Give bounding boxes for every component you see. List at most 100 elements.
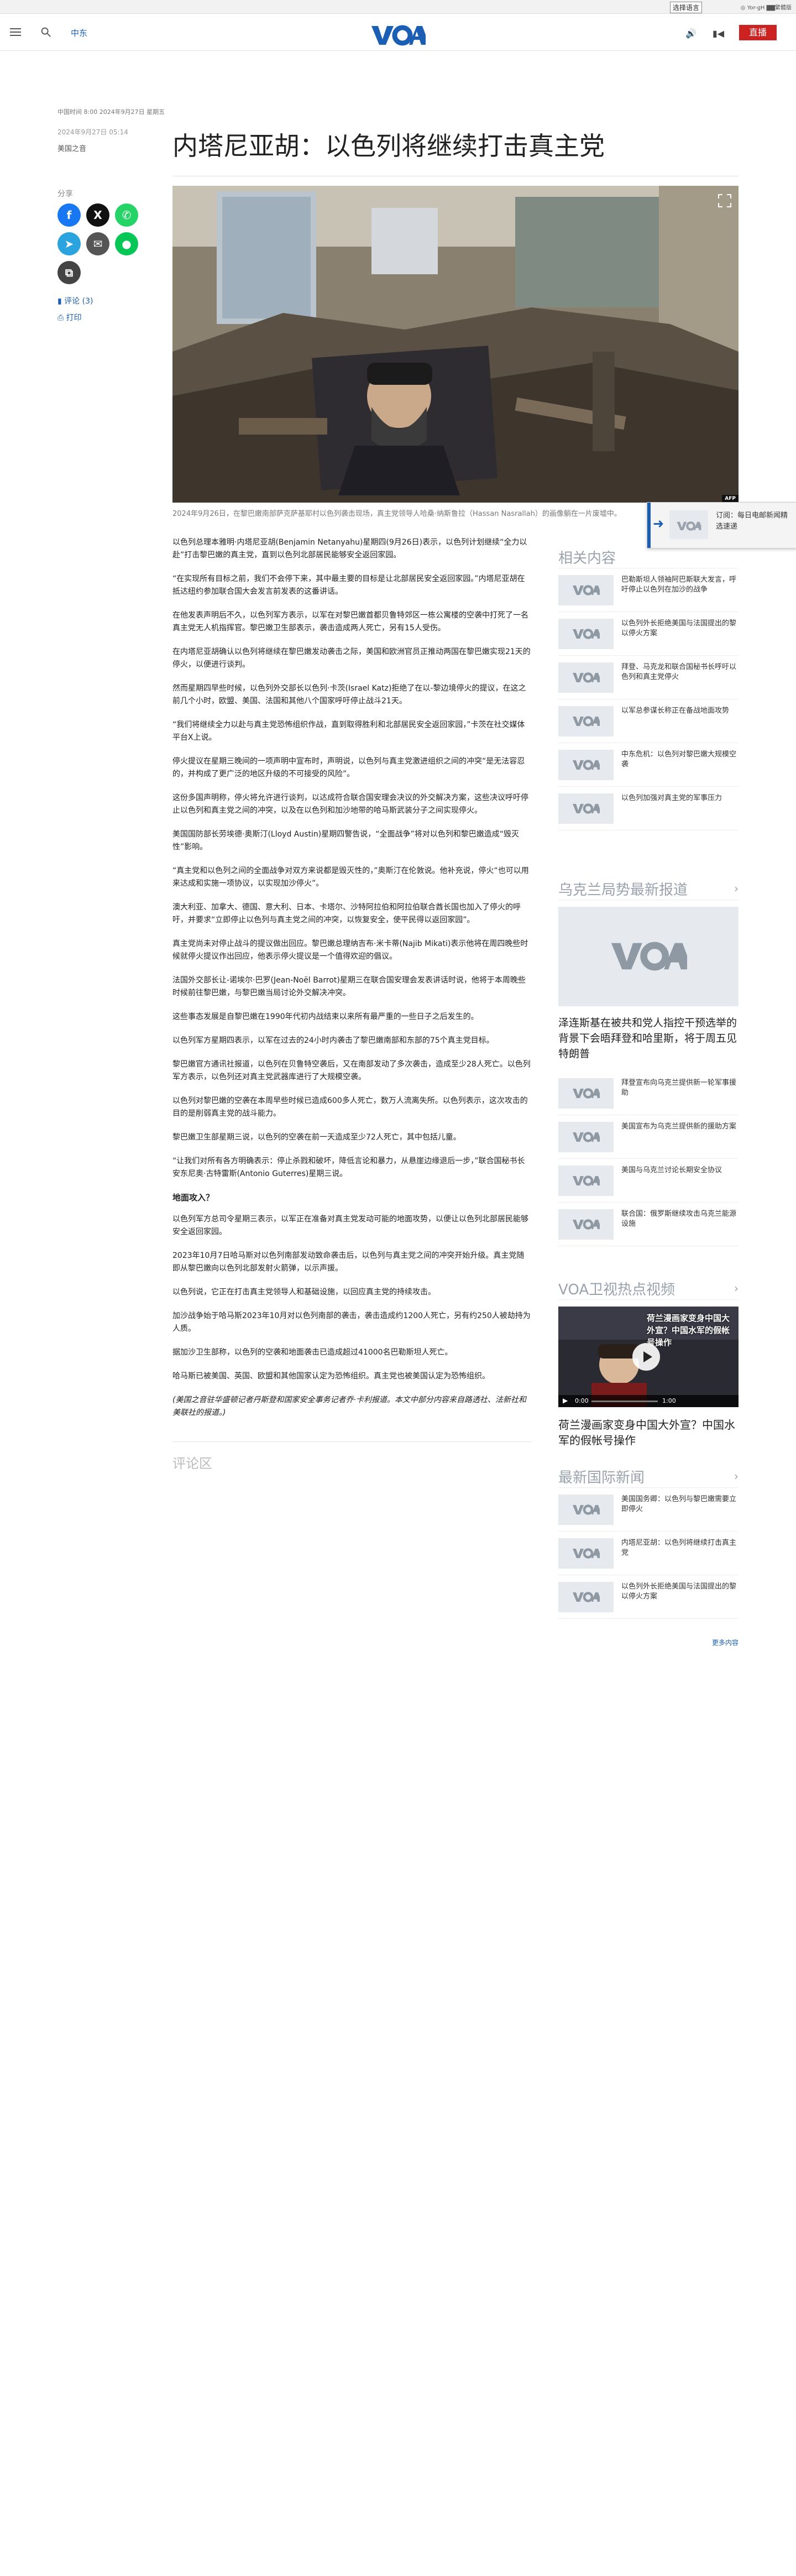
video-title-label: VOA卫视热点视频 xyxy=(558,1281,675,1298)
item-thumbnail xyxy=(558,1582,614,1612)
list-item[interactable]: 拜登宣布向乌克兰提供新一轮军事援助 xyxy=(558,1072,739,1115)
progress-bar[interactable] xyxy=(591,1401,658,1402)
intl-title[interactable]: 最新国际新闻 › xyxy=(558,1465,739,1488)
telegram-icon[interactable]: ➤ xyxy=(57,232,81,255)
top-strip: 选择语言 ◎ Yor-gH ▇▇繁體版 xyxy=(0,0,796,14)
audio-icon[interactable]: 🔊 xyxy=(685,28,696,39)
print-link[interactable]: ⎙ 打印 xyxy=(57,312,82,323)
whatsapp-icon[interactable]: ✆ xyxy=(115,203,138,227)
article-paragraph: 然而星期四早些时候，以色列外交部长以色列·卡茨(Israel Katz)拒绝了在… xyxy=(172,684,526,706)
play-small-icon[interactable]: ▶ xyxy=(563,1397,568,1404)
publish-date: 2024年9月27日 05:14 xyxy=(57,128,128,136)
menu-icon[interactable] xyxy=(10,26,21,38)
voa-logo[interactable] xyxy=(370,24,426,46)
item-thumbnail xyxy=(558,706,614,736)
article-paragraph: 哈马斯已被美国、英国、欧盟和其他国家认定为恐怖组织。真主党也被美国认定为恐怖组织… xyxy=(172,1372,490,1381)
video-icon[interactable]: ▮◀ xyxy=(713,28,724,39)
site-header: 中东 🔊 ▮◀ 直播 xyxy=(0,14,796,51)
fullscreen-icon[interactable] xyxy=(718,194,732,208)
list-item[interactable]: 拜登、马克龙和联合国秘书长呼吁以色列和真主党停火 xyxy=(558,656,739,699)
video-duration: 1:00 xyxy=(662,1397,676,1404)
article-paragraph: “真主党和以色列之间的全面战争对双方来说都是毁灭性的，”奥斯汀在伦敦说。他补充说… xyxy=(172,866,529,888)
article-paragraph: 这份多国声明称，停火将允许进行谈判，以达成符合联合国安理会决议的外交解决方案，这… xyxy=(172,793,528,815)
article-photo[interactable]: AFP xyxy=(172,186,739,503)
list-item[interactable]: 美国宣布为乌克兰提供新的援助方案 xyxy=(558,1115,739,1159)
ukraine-title[interactable]: 乌克兰局势最新报道 › xyxy=(558,877,739,900)
search-icon[interactable] xyxy=(40,26,52,38)
list-item[interactable]: 巴勒斯坦人领袖阿巴斯联大发言，呼吁停止以色列在加沙的战争 xyxy=(558,568,739,612)
live-button[interactable]: 直播 xyxy=(739,25,777,40)
item-title: 巴勒斯坦人领袖阿巴斯联大发言，呼吁停止以色列在加沙的战争 xyxy=(621,576,737,594)
item-title: 以色列外长拒绝美国与法国提出的黎以停火方案 xyxy=(621,619,737,638)
article-paragraph: 据加沙卫生部称，以色列的空袭和地面袭击已造成超过41000名巴勒斯坦人死亡。 xyxy=(172,1348,453,1357)
list-item[interactable]: 美国与乌克兰讨论长期安全协议 xyxy=(558,1159,739,1203)
item-title: 以军总参谋长称正在备战地面攻势 xyxy=(621,707,730,715)
comment-icon: ▮ xyxy=(57,297,62,306)
print-icon: ⎙ xyxy=(57,313,64,322)
article-paragraph: 黎巴嫩卫生部星期三说，以色列的空袭在前一天造成至少72人死亡，其中包括儿童。 xyxy=(172,1133,461,1142)
ukraine-feature-title[interactable]: 泽连斯基在被共和党人指控干预选举的背景下会晤拜登和哈里斯，将于周五见特朗普 xyxy=(558,1015,739,1062)
intl-list: 美国国务卿：以色列与黎巴嫩需要立即停火内塔尼亚胡：以色列将继续打击真主党以色列外… xyxy=(558,1488,739,1619)
widget-text: 订阅：每日电邮新闻精选速递 xyxy=(716,511,788,531)
item-title: 美国国务卿：以色列与黎巴嫩需要立即停火 xyxy=(621,1495,737,1513)
item-thumbnail xyxy=(558,793,614,824)
item-thumbnail xyxy=(558,575,614,605)
item-title: 联合国：俄罗斯继续攻击乌克兰能源设施 xyxy=(621,1210,737,1228)
video-title[interactable]: VOA卫视热点视频 › xyxy=(558,1277,739,1300)
item-title: 美国与乌克兰讨论长期安全协议 xyxy=(621,1166,722,1174)
intl-section: 最新国际新闻 › 美国国务卿：以色列与黎巴嫩需要立即停火内塔尼亚胡：以色列将继续打… xyxy=(558,1465,739,1619)
list-item[interactable]: 以军总参谋长称正在备战地面攻势 xyxy=(558,699,739,743)
comments-link-label: 评论 (3) xyxy=(64,297,93,306)
section-link[interactable]: 中东 xyxy=(71,27,87,39)
article-paragraph: 美国国防部长劳埃德·奥斯汀(Lloyd Austin)星期四警告说，“全面战争”… xyxy=(172,830,520,851)
article-paragraph: 停火提议在星期三晚间的一项声明中宣布时，声明说，以色列与真主党激进组织之间的冲突… xyxy=(172,757,525,778)
ukraine-list: 拜登宣布向乌克兰提供新一轮军事援助 美国宣布为乌克兰提供新的援助方案美国与乌克兰讨… xyxy=(558,1072,739,1246)
print-link-label: 打印 xyxy=(66,313,82,322)
language-select[interactable]: 选择语言 xyxy=(669,2,702,13)
facebook-icon[interactable]: f xyxy=(57,203,81,227)
article-paragraph: 以色列对黎巴嫩的空袭在本周早些时候已造成600多人死亡，数万人流离失所。以色列表… xyxy=(172,1096,528,1118)
list-item[interactable]: 以色列外长拒绝美国与法国提出的黎以停火方案 xyxy=(558,1575,739,1619)
item-thumbnail xyxy=(558,1166,614,1196)
comments-link[interactable]: ▮ 评论 (3) xyxy=(57,295,93,306)
intl-title-label: 最新国际新闻 xyxy=(558,1469,645,1486)
ukraine-feature-image[interactable] xyxy=(558,907,739,1006)
list-item[interactable]: 美国国务卿：以色列与黎巴嫩需要立即停火 xyxy=(558,1488,739,1532)
list-item[interactable]: 联合国：俄罗斯继续攻击乌克兰能源设施 xyxy=(558,1203,739,1246)
article-paragraph: 以色列总理本雅明·内塔尼亚胡(Benjamin Netanyahu)星期四(9月… xyxy=(172,538,527,560)
more-link[interactable]: 更多内容 xyxy=(712,1638,739,1647)
email-icon[interactable]: ✉ xyxy=(86,232,109,255)
related-section: 相关内容 巴勒斯坦人领袖阿巴斯联大发言，呼吁停止以色列在加沙的战争 以色列外长拒绝… xyxy=(558,546,739,830)
video-player[interactable]: 荷兰漫画家变身中国大外宣？中国水军的假帐号操作 0:00 1:00 ▶ xyxy=(558,1307,739,1407)
list-item[interactable]: 以色列加强对真主党的军事压力 xyxy=(558,787,739,830)
article-paragraph: “我们将继续全力以赴与真主党恐怖组织作战，直到取得胜利和北部居民安全返回家园，”… xyxy=(172,720,525,742)
item-thumbnail xyxy=(558,662,614,693)
top-links[interactable]: ◎ Yor-gH ▇▇繁體版 xyxy=(741,3,792,11)
video-caption[interactable]: 荷兰漫画家变身中国大外宣？中国水军的假帐号操作 xyxy=(558,1417,739,1448)
article-paragraph: (美国之音驻华盛顿记者丹斯登和国家安全事务记者乔·卡利报道。本文中部分内容来自路… xyxy=(172,1396,526,1417)
copy-link-icon[interactable]: ⧉ xyxy=(57,261,81,284)
item-title: 以色列加强对真主党的军事压力 xyxy=(621,794,722,802)
list-item[interactable]: 以色列外长拒绝美国与法国提出的黎以停火方案 xyxy=(558,612,739,656)
article-paragraph: 这些事态发展是自黎巴嫩在1990年代初内战结束以来所有最严重的一些日子之后发生的… xyxy=(172,1012,479,1021)
x-icon[interactable]: X xyxy=(86,203,109,227)
voa-logo-small xyxy=(677,521,701,531)
voa-placeholder-logo xyxy=(611,942,687,971)
item-title: 以色列外长拒绝美国与法国提出的黎以停火方案 xyxy=(621,1582,737,1601)
line-icon[interactable]: ● xyxy=(115,232,138,255)
article-paragraph: 法国外交部长让-诺埃尔·巴罗(Jean-Noël Barrot)星期三在联合国安… xyxy=(172,976,526,997)
play-icon[interactable] xyxy=(632,1343,660,1371)
rubble-scene xyxy=(172,186,739,503)
video-time: 0:00 xyxy=(575,1397,589,1404)
article-paragraph: 在内塔尼亚胡确认以色列将继续在黎巴嫩发动袭击之际，美国和欧洲官员正推动两国在黎巴… xyxy=(172,647,531,669)
photo-credit: AFP xyxy=(722,495,739,503)
item-thumbnail xyxy=(558,1122,614,1152)
chevron-right-icon: › xyxy=(734,1282,739,1295)
arrow-icon: ➜ xyxy=(653,516,664,531)
newsletter-widget[interactable]: ➜ 订阅：每日电邮新闻精选速递 xyxy=(647,502,796,548)
item-thumbnail xyxy=(558,1209,614,1240)
author: 美国之音 xyxy=(57,145,87,153)
list-item[interactable]: 内塔尼亚胡：以色列将继续打击真主党 xyxy=(558,1532,739,1575)
list-item[interactable]: 中东危机：以色列对黎巴嫩大规模空袭 xyxy=(558,743,739,787)
chevron-right-icon: › xyxy=(734,1470,739,1483)
